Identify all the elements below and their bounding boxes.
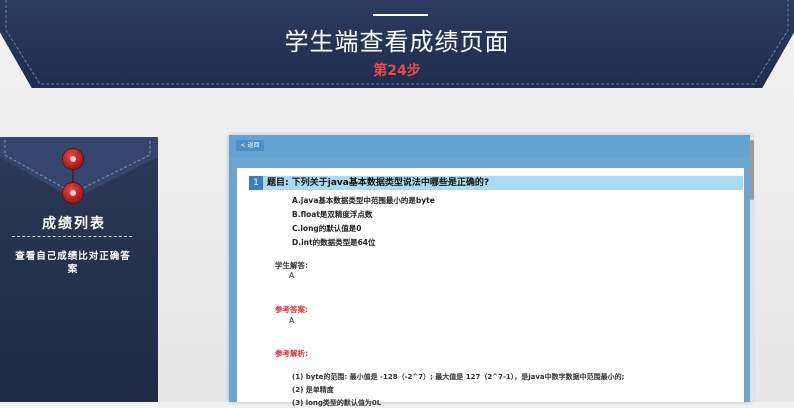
reference-answer-label: 参考答案:	[275, 305, 308, 314]
option-b: B.float是双精度浮点数	[292, 210, 373, 219]
sidebar-envelope: 成绩列表 查看自己成绩比对正确答案	[0, 137, 158, 402]
sidebar-title: 成绩列表	[42, 216, 106, 232]
option-c: C.long的默认值是0	[292, 224, 362, 233]
sidebar-description: 查看自己成绩比对正确答案	[15, 251, 131, 275]
question-number: 1	[249, 176, 263, 190]
analysis-line-1: (1) byte的范围: 最小值是 -128（-2^7）; 最大值是 127（2…	[292, 373, 625, 381]
question-text: 题目: 下列关于java基本数据类型说法中哪些是正确的?	[267, 178, 490, 188]
back-button[interactable]: < 返回	[236, 140, 264, 151]
step-indicator: 第24步	[373, 63, 421, 79]
envelope-button-top-icon	[63, 149, 83, 169]
analysis-line-3: (3) long类型的默认值为0L	[292, 399, 382, 407]
analysis-line-2: (2) 是单精度	[292, 386, 334, 394]
reference-answer-value: A	[289, 316, 295, 325]
question-panel: 1 题目: 下列关于java基本数据类型说法中哪些是正确的? A.java基本数…	[237, 168, 744, 407]
envelope-button-bottom-icon	[63, 183, 83, 203]
app-window: < 返回 1 题目: 下列关于java基本数据类型说法中哪些是正确的? A.ja…	[229, 135, 752, 407]
student-answer-value: A	[289, 271, 295, 280]
option-d: D.int的数据类型是64位	[292, 238, 376, 247]
option-a: A.java基本数据类型中范围最小的是byte	[292, 196, 435, 205]
analysis-label: 参考解析:	[275, 349, 308, 358]
student-answer-label: 学生解答:	[275, 261, 308, 270]
scrollbar-thumb[interactable]	[750, 140, 754, 200]
page-title: 学生端查看成绩页面	[284, 28, 510, 56]
window-toolbar: < 返回	[229, 135, 752, 157]
title-rule	[373, 14, 428, 16]
sidebar-divider	[12, 236, 132, 237]
